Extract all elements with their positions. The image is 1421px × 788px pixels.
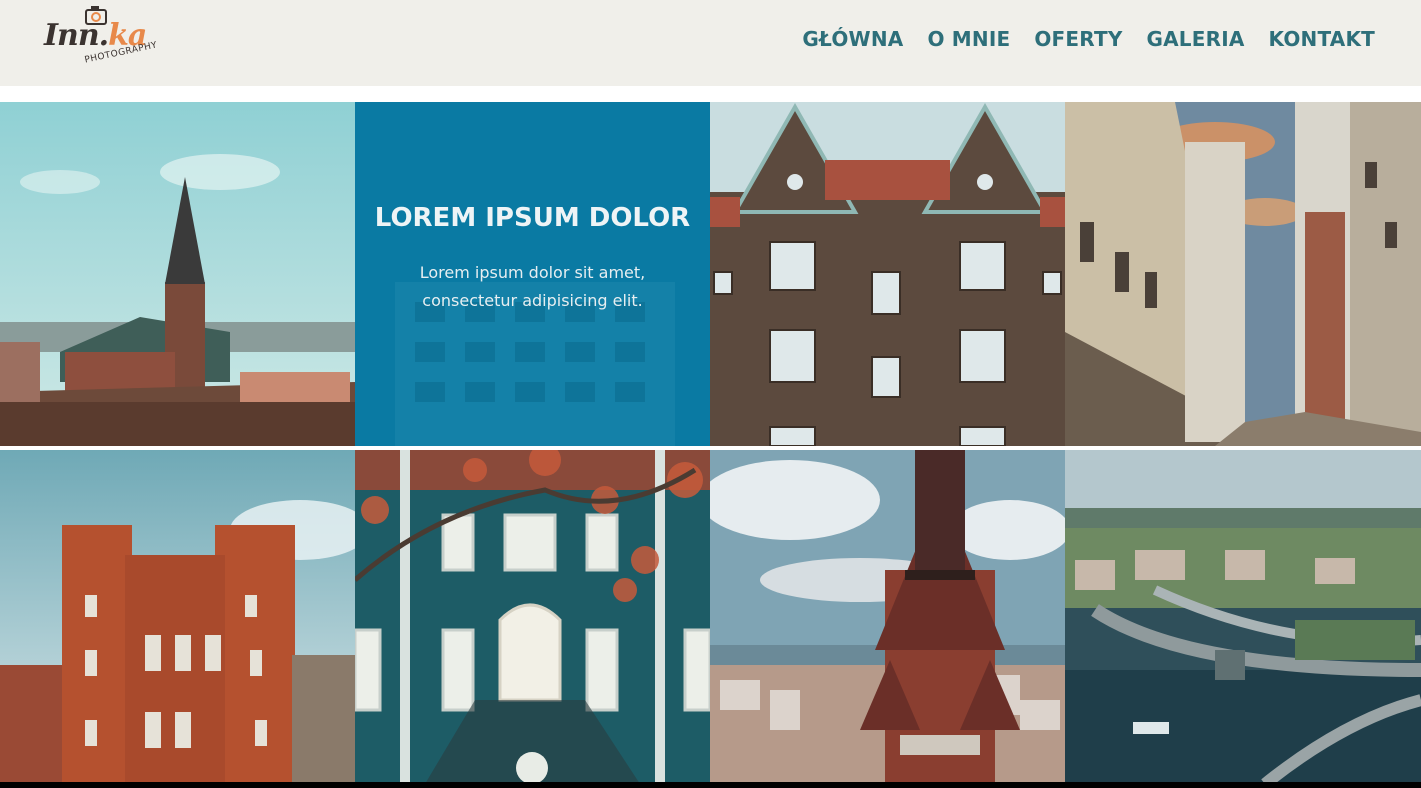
nav-item-glowna[interactable]: GŁÓWNA	[802, 27, 903, 51]
feature-overlay: LOREM IPSUM DOLOR Lorem ipsum dolor sit …	[355, 102, 710, 446]
gallery-photo-bridge[interactable]	[1065, 450, 1421, 784]
gallery-photo-tower[interactable]	[710, 450, 1065, 784]
feature-title: LOREM IPSUM DOLOR	[374, 203, 691, 233]
nav-item-oferty[interactable]: OFERTY	[1034, 27, 1122, 51]
nav-item-galeria[interactable]: GALERIA	[1147, 27, 1245, 51]
gallery-photo-cathedral[interactable]	[0, 102, 355, 446]
gallery-photo-brick-building[interactable]	[0, 450, 355, 784]
bottom-bar	[0, 782, 1421, 788]
gallery-grid: LOREM IPSUM DOLOR Lorem ipsum dolor sit …	[0, 102, 1421, 784]
logo[interactable]: Inn.ka PHOTOGRAPHY	[44, 4, 158, 74]
gallery-photo-old-town-street[interactable]	[1065, 102, 1421, 446]
gallery-photo-gabled-house[interactable]	[710, 102, 1065, 446]
main-nav: GŁÓWNA O MNIE OFERTY GALERIA KONTAKT	[802, 27, 1375, 51]
nav-item-kontakt[interactable]: KONTAKT	[1269, 27, 1375, 51]
feature-text: Lorem ipsum dolor sit amet, consectetur …	[419, 263, 646, 310]
gallery-photo-teal-house[interactable]	[355, 450, 710, 784]
site-header: Inn.ka PHOTOGRAPHY GŁÓWNA O MNIE OFERTY …	[0, 0, 1421, 86]
nav-item-o-mnie[interactable]: O MNIE	[927, 27, 1010, 51]
feature-tile[interactable]: LOREM IPSUM DOLOR Lorem ipsum dolor sit …	[355, 102, 710, 446]
